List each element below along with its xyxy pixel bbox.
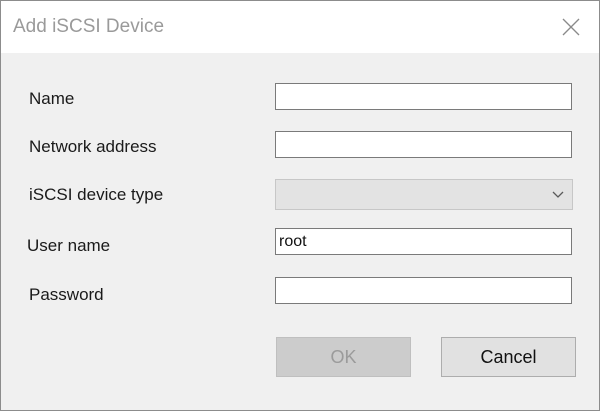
device-type-dropdown[interactable] (275, 179, 573, 210)
cancel-button[interactable]: Cancel (441, 337, 576, 377)
chevron-down-icon (552, 191, 564, 198)
title-bar: Add iSCSI Device (1, 1, 599, 53)
name-field[interactable] (275, 83, 572, 110)
dialog-title: Add iSCSI Device (13, 16, 165, 37)
user-name-field[interactable] (275, 228, 572, 255)
network-address-label: Network address (29, 137, 157, 156)
close-icon (562, 18, 580, 36)
name-label: Name (29, 89, 75, 108)
close-button[interactable] (543, 1, 599, 53)
user-name-label: User name (27, 236, 111, 255)
device-type-label: iSCSI device type (29, 185, 164, 204)
add-iscsi-device-dialog: Add iSCSI Device Name Network address iS… (0, 0, 600, 411)
password-label: Password (29, 285, 104, 304)
network-address-field[interactable] (275, 131, 572, 158)
ok-button[interactable]: OK (276, 337, 411, 377)
password-field[interactable] (275, 277, 572, 304)
